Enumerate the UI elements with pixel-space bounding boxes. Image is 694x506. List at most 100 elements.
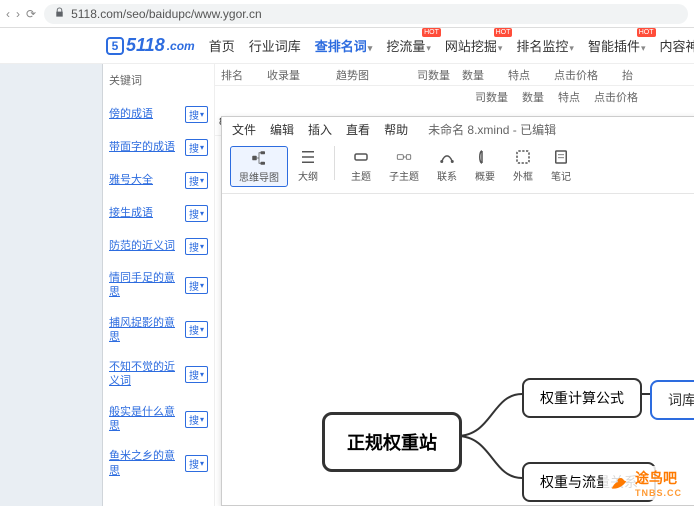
back-icon[interactable]: ‹ (6, 7, 10, 21)
menu-帮助[interactable]: 帮助 (384, 121, 408, 138)
chevron-down-icon: ▾ (641, 43, 646, 53)
summary-icon (476, 148, 494, 166)
search-tag[interactable]: 搜▾ (185, 139, 208, 156)
xmind-toolbar: 思维导图大纲主题子主题联系概要外框笔记 (222, 142, 694, 194)
keyword-link[interactable]: 情同手足的意思 (109, 271, 181, 300)
keyword-row: 般实是什么意思搜▾ (103, 397, 214, 442)
topic-icon (352, 148, 370, 166)
menu-直看[interactable]: 直看 (346, 121, 370, 138)
search-tag[interactable]: 搜▾ (185, 277, 208, 294)
url-text: 5118.com/seo/baidupc/www.ygor.cn (71, 7, 262, 21)
nav-item-2[interactable]: 查排名词▾ (309, 32, 379, 59)
tool-mindmap[interactable]: 思维导图 (230, 146, 288, 187)
stats-cell: 抬 (616, 67, 639, 83)
keyword-link[interactable]: 捕风捉影的意思 (109, 316, 181, 345)
keyword-link[interactable]: 带面字的成语 (109, 140, 181, 154)
outline-icon (299, 148, 317, 166)
search-tag[interactable]: 搜▾ (185, 172, 208, 189)
search-tag[interactable]: 搜▾ (185, 205, 208, 222)
nav-item-1[interactable]: 行业词库 (243, 32, 307, 59)
keyword-link[interactable]: 傍的成语 (109, 107, 181, 121)
search-tag[interactable]: 搜▾ (185, 106, 208, 123)
toolbar-separator (334, 146, 335, 180)
search-tag[interactable]: 搜▾ (185, 321, 208, 338)
tool-outline[interactable]: 大纲 (290, 146, 326, 185)
chevron-down-icon: ▾ (569, 43, 574, 53)
keyword-link[interactable]: 般实是什么意思 (109, 405, 181, 434)
xmind-canvas[interactable]: 正规权重站 权重计算公式 权重与流量关系 词库数量*比 (222, 194, 694, 505)
site-header: 5 5118.com 首页行业词库查排名词▾挖流量▾HOT网站挖掘▾HOT排名监… (0, 28, 694, 64)
watermark: 途鸟吧 TNBS.CC (603, 466, 688, 500)
tool-note[interactable]: 笔记 (543, 146, 579, 185)
stats-cell: 特点 (502, 67, 536, 83)
reload-icon[interactable]: ⟳ (26, 7, 36, 21)
search-tag[interactable]: 搜▾ (185, 366, 208, 383)
search-tag[interactable]: 搜▾ (185, 411, 208, 428)
stats-cell: 司数量 (475, 89, 508, 105)
keyword-row: 防范的近义词搜▾ (103, 230, 214, 263)
keyword-row: 不知不觉的近义词搜▾ (103, 352, 214, 397)
chevron-down-icon: ▾ (200, 325, 204, 334)
tool-subtopic[interactable]: 子主题 (381, 146, 427, 185)
stats-cell: 司数量 (411, 67, 456, 83)
nav-item-4[interactable]: 网站挖掘▾HOT (439, 32, 509, 59)
site-logo[interactable]: 5 5118.com (106, 35, 195, 56)
keyword-sidebar: 关键词 傍的成语搜▾带面字的成语搜▾雅号大全搜▾接生成语搜▾防范的近义词搜▾情同… (103, 64, 215, 506)
boundary-icon (514, 148, 532, 166)
menu-文件[interactable]: 文件 (232, 121, 256, 138)
chevron-down-icon: ▾ (200, 415, 204, 424)
url-box[interactable]: 5118.com/seo/baidupc/www.ygor.cn (44, 4, 688, 24)
search-tag[interactable]: 搜▾ (185, 455, 208, 472)
menu-编辑[interactable]: 编辑 (270, 121, 294, 138)
subtopic-icon (395, 148, 413, 166)
chevron-down-icon: ▾ (200, 176, 204, 185)
chevron-down-icon: ▾ (200, 281, 204, 290)
tool-boundary[interactable]: 外框 (505, 146, 541, 185)
node-r1[interactable]: 权重计算公式 (522, 378, 642, 418)
chevron-down-icon: ▾ (498, 43, 503, 53)
keyword-row: 情同手足的意思搜▾ (103, 263, 214, 308)
chevron-down-icon: ▾ (200, 143, 204, 152)
logo-mark-icon: 5 (106, 37, 124, 55)
sidebar-header: 关键词 (103, 68, 214, 98)
keyword-link[interactable]: 接生成语 (109, 206, 181, 220)
stats-cell: 数量 (456, 67, 490, 83)
stats-cell: 排名 (215, 67, 249, 83)
chevron-down-icon: ▾ (200, 209, 204, 218)
nav-item-5[interactable]: 排名监控▾ (510, 32, 580, 59)
nav-item-7[interactable]: 内容神器▾ (654, 32, 694, 59)
node-r3[interactable]: 词库数量*比 (650, 380, 694, 420)
tool-relation[interactable]: 联系 (429, 146, 465, 185)
chevron-down-icon: ▾ (368, 43, 373, 53)
tool-summary[interactable]: 概要 (467, 146, 503, 185)
stats-cell: 趋势图 (330, 67, 375, 83)
left-gutter (0, 64, 103, 506)
chevron-down-icon: ▾ (426, 43, 431, 53)
nav-item-6[interactable]: 智能插件▾HOT (582, 32, 652, 59)
keyword-link[interactable]: 鱼米之乡的意思 (109, 449, 181, 478)
nav-item-3[interactable]: 挖流量▾HOT (380, 32, 437, 59)
keyword-row: 鱼米之乡的意思搜▾ (103, 441, 214, 486)
browser-nav-buttons: ‹ › ⟳ (6, 7, 36, 21)
chevron-down-icon: ▾ (200, 459, 204, 468)
chevron-down-icon: ▾ (200, 110, 204, 119)
stats-cell: 特点 (558, 89, 580, 105)
search-tag[interactable]: 搜▾ (185, 238, 208, 255)
keyword-link[interactable]: 防范的近义词 (109, 239, 181, 253)
menu-插入[interactable]: 插入 (308, 121, 332, 138)
node-center[interactable]: 正规权重站 (322, 412, 462, 472)
content-area: 关键词 傍的成语搜▾带面字的成语搜▾雅号大全搜▾接生成语搜▾防范的近义词搜▾情同… (0, 64, 694, 506)
keyword-row: 捕风捉影的意思搜▾ (103, 308, 214, 353)
nav-item-0[interactable]: 首页 (203, 32, 241, 59)
xmind-menubar: 文件编辑插入直看帮助未命名 8.xmind - 已编辑 (222, 117, 694, 142)
stats-cell: 点击价格 (548, 67, 604, 83)
stats-cell: 点击价格 (594, 89, 638, 105)
xmind-window: 文件编辑插入直看帮助未命名 8.xmind - 已编辑 思维导图大纲主题子主题联… (221, 116, 694, 506)
stats-cell: 数量 (522, 89, 544, 105)
keyword-link[interactable]: 不知不觉的近义词 (109, 360, 181, 389)
note-icon (552, 148, 570, 166)
main-panel: 排名收录量趋势图司数量数量特点点击价格抬 司数量数量特点点击价格 80 ↓4 9… (215, 64, 694, 506)
forward-icon[interactable]: › (16, 7, 20, 21)
tool-topic[interactable]: 主题 (343, 146, 379, 185)
keyword-link[interactable]: 雅号大全 (109, 173, 181, 187)
